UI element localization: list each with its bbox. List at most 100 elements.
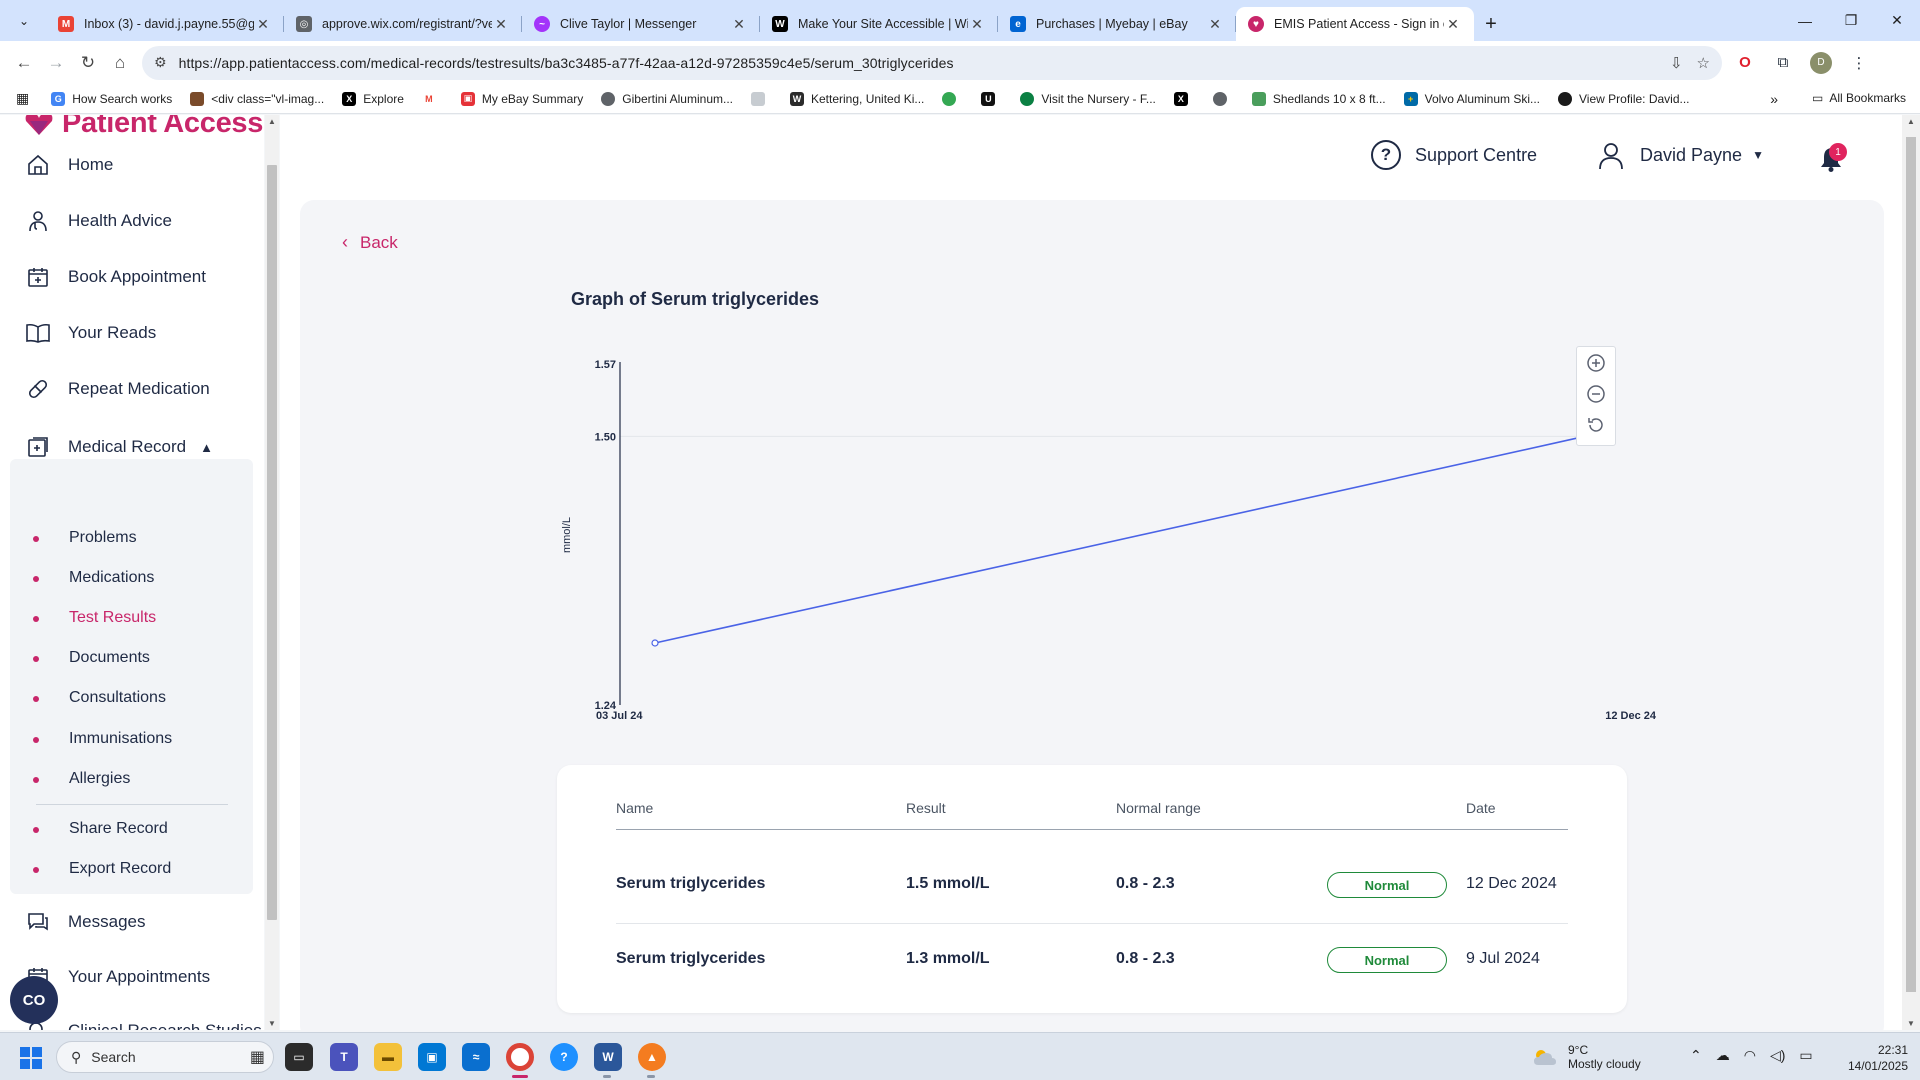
sidebar-subitem-immunisations[interactable]: Immunisations xyxy=(69,730,172,748)
file-explorer-icon[interactable]: ▬ xyxy=(374,1043,402,1071)
more-bookmarks-icon[interactable]: » xyxy=(1770,91,1778,107)
minimize-icon[interactable]: — xyxy=(1782,0,1828,41)
browser-tab[interactable]: W Make Your Site Accessible | Wix ✕ xyxy=(760,7,998,41)
zoom-out-icon[interactable] xyxy=(1577,378,1615,409)
chatbot-button[interactable]: CO xyxy=(10,976,58,1024)
bookmark-item[interactable]: <div class="vl-imag... xyxy=(190,91,324,106)
bookmark-item[interactable]: + Volvo Aluminum Ski... xyxy=(1403,91,1540,106)
url-text[interactable]: https://app.patientaccess.com/medical-re… xyxy=(179,55,1656,71)
sidebar-subitem-export-record[interactable]: Export Record xyxy=(69,860,171,878)
scrollbar-thumb[interactable] xyxy=(1906,137,1916,992)
browser-tab[interactable]: e Purchases | Myebay | eBay ✕ xyxy=(998,7,1236,41)
close-icon[interactable]: ✕ xyxy=(1444,16,1462,33)
col-header-date[interactable]: Date xyxy=(1466,800,1496,816)
bookmark-item[interactable]: ▣ My eBay Summary xyxy=(460,91,583,106)
back-link[interactable]: ‹ Back xyxy=(342,232,398,253)
browser-menu-icon[interactable]: ⋮ xyxy=(1848,52,1870,74)
sidebar-subitem-allergies[interactable]: Allergies xyxy=(69,770,130,788)
close-icon[interactable]: ✕ xyxy=(492,16,510,33)
sidebar-item-home[interactable]: Home xyxy=(24,151,113,179)
system-clock[interactable]: 22:31 14/01/2025 xyxy=(1848,1042,1908,1074)
bookmark-item[interactable] xyxy=(942,91,963,106)
site-info-icon[interactable]: ⚙ xyxy=(154,54,167,71)
close-window-icon[interactable]: ✕ xyxy=(1874,0,1920,41)
bookmark-star-icon[interactable]: ☆ xyxy=(1697,54,1710,72)
store-icon[interactable]: ▣ xyxy=(418,1043,446,1071)
row2-name[interactable]: Serum triglycerides xyxy=(616,950,765,968)
apps-grid-icon[interactable]: ▦ xyxy=(16,90,29,107)
zoom-in-icon[interactable] xyxy=(1577,347,1615,378)
word-icon[interactable]: W xyxy=(594,1043,622,1071)
bookmark-item[interactable]: X xyxy=(1173,91,1195,106)
app-icon[interactable]: ≈ xyxy=(462,1043,490,1071)
browser-tab[interactable]: ◎ approve.wix.com/registrant/?ve ✕ xyxy=(284,7,522,41)
scroll-up-icon[interactable]: ▲ xyxy=(268,117,276,126)
restore-icon[interactable]: ❐ xyxy=(1828,0,1874,41)
user-menu[interactable]: David Payne ▼ xyxy=(1596,140,1764,170)
install-app-icon[interactable]: ⇩ xyxy=(1670,54,1683,72)
bookmark-item[interactable] xyxy=(1212,91,1234,106)
scroll-down-icon[interactable]: ▼ xyxy=(1907,1019,1915,1028)
weather-widget[interactable]: 9°C Mostly cloudy xyxy=(1532,1043,1641,1071)
row1-name[interactable]: Serum triglycerides xyxy=(616,875,765,893)
sidebar-item-repeat-medication[interactable]: Repeat Medication xyxy=(24,375,210,403)
onedrive-icon[interactable]: ☁ xyxy=(1716,1047,1730,1064)
home-icon[interactable]: ⌂ xyxy=(104,47,136,79)
taskbar-search[interactable]: ⚲ Search ▦ xyxy=(56,1041,274,1073)
chrome-icon[interactable] xyxy=(506,1043,534,1071)
bookmark-item[interactable]: Visit the Nursery - F... xyxy=(1020,91,1156,106)
sidebar-item-clinical-research[interactable]: Clinical Research Studies xyxy=(24,1017,262,1030)
browser-tab[interactable]: M Inbox (3) - david.j.payne.55@gr ✕ xyxy=(46,7,284,41)
sidebar-item-your-reads[interactable]: Your Reads xyxy=(24,319,156,347)
reload-icon[interactable]: ↻ xyxy=(72,47,104,79)
teams-icon[interactable]: T xyxy=(330,1043,358,1071)
sidebar-item-messages[interactable]: Messages xyxy=(24,908,145,936)
col-header-normal-range[interactable]: Normal range xyxy=(1116,800,1201,816)
extensions-icon[interactable]: ⧉ xyxy=(1772,52,1794,74)
close-icon[interactable]: ✕ xyxy=(968,16,986,33)
scrollbar-thumb[interactable] xyxy=(267,165,277,920)
sidebar-subitem-consultations[interactable]: Consultations xyxy=(69,689,166,707)
col-header-name[interactable]: Name xyxy=(616,800,653,816)
volume-icon[interactable]: ◁) xyxy=(1770,1047,1785,1064)
bookmark-item[interactable]: View Profile: David... xyxy=(1558,91,1690,106)
sidebar-subitem-problems[interactable]: Problems xyxy=(69,529,137,547)
help-app-icon[interactable]: ? xyxy=(550,1043,578,1071)
close-icon[interactable]: ✕ xyxy=(254,16,272,33)
vlc-icon[interactable]: ▲ xyxy=(638,1043,666,1071)
url-omnibox[interactable]: ⚙ https://app.patientaccess.com/medical-… xyxy=(142,45,1722,80)
reset-zoom-icon[interactable] xyxy=(1577,409,1615,440)
close-icon[interactable]: ✕ xyxy=(730,16,748,33)
support-centre-link[interactable]: ? Support Centre xyxy=(1371,140,1537,170)
bookmark-item[interactable] xyxy=(751,91,772,106)
chevron-up-icon[interactable]: ⌃ xyxy=(1690,1047,1702,1064)
bookmark-item[interactable]: Gibertini Aluminum... xyxy=(601,91,733,106)
sidebar-item-medical-record[interactable]: Medical Record ▲ xyxy=(24,433,213,461)
battery-icon[interactable]: ▭ xyxy=(1799,1047,1812,1064)
tab-search-button[interactable]: ⌄ xyxy=(8,5,40,37)
sidebar-scrollbar[interactable]: ▲ ▼ xyxy=(265,115,279,1030)
bookmark-item[interactable]: Shedlands 10 x 8 ft... xyxy=(1251,91,1386,106)
patient-access-logo[interactable]: Patient Access xyxy=(24,115,263,140)
forward-arrow-icon[interactable]: → xyxy=(40,47,72,79)
bookmark-item[interactable]: M xyxy=(421,91,443,106)
close-icon[interactable]: ✕ xyxy=(1206,16,1224,33)
all-bookmarks-button[interactable]: ▭ All Bookmarks xyxy=(1812,91,1906,105)
new-tab-button[interactable]: + xyxy=(1474,7,1508,41)
profile-avatar[interactable]: D xyxy=(1810,51,1832,74)
windows-start-icon[interactable] xyxy=(20,1047,42,1069)
wifi-icon[interactable]: ◠ xyxy=(1744,1047,1756,1064)
sidebar-item-health-advice[interactable]: Health Advice xyxy=(24,207,172,235)
bookmark-item[interactable]: U xyxy=(981,91,1002,106)
sidebar-subitem-test-results[interactable]: Test Results xyxy=(69,609,156,627)
browser-tab-active[interactable]: ♥ EMIS Patient Access - Sign in o ✕ xyxy=(1236,7,1474,41)
task-view-icon[interactable]: ▭ xyxy=(285,1043,313,1071)
sidebar-subitem-share-record[interactable]: Share Record xyxy=(69,820,168,838)
sidebar-subitem-medications[interactable]: Medications xyxy=(69,569,154,587)
sidebar-subitem-documents[interactable]: Documents xyxy=(69,649,150,667)
bookmark-item[interactable]: W Kettering, United Ki... xyxy=(790,91,924,106)
scroll-up-icon[interactable]: ▲ xyxy=(1907,117,1915,126)
bookmark-item[interactable]: X Explore xyxy=(342,91,404,106)
back-arrow-icon[interactable]: ← xyxy=(8,47,40,79)
opera-icon[interactable]: O xyxy=(1734,52,1756,74)
